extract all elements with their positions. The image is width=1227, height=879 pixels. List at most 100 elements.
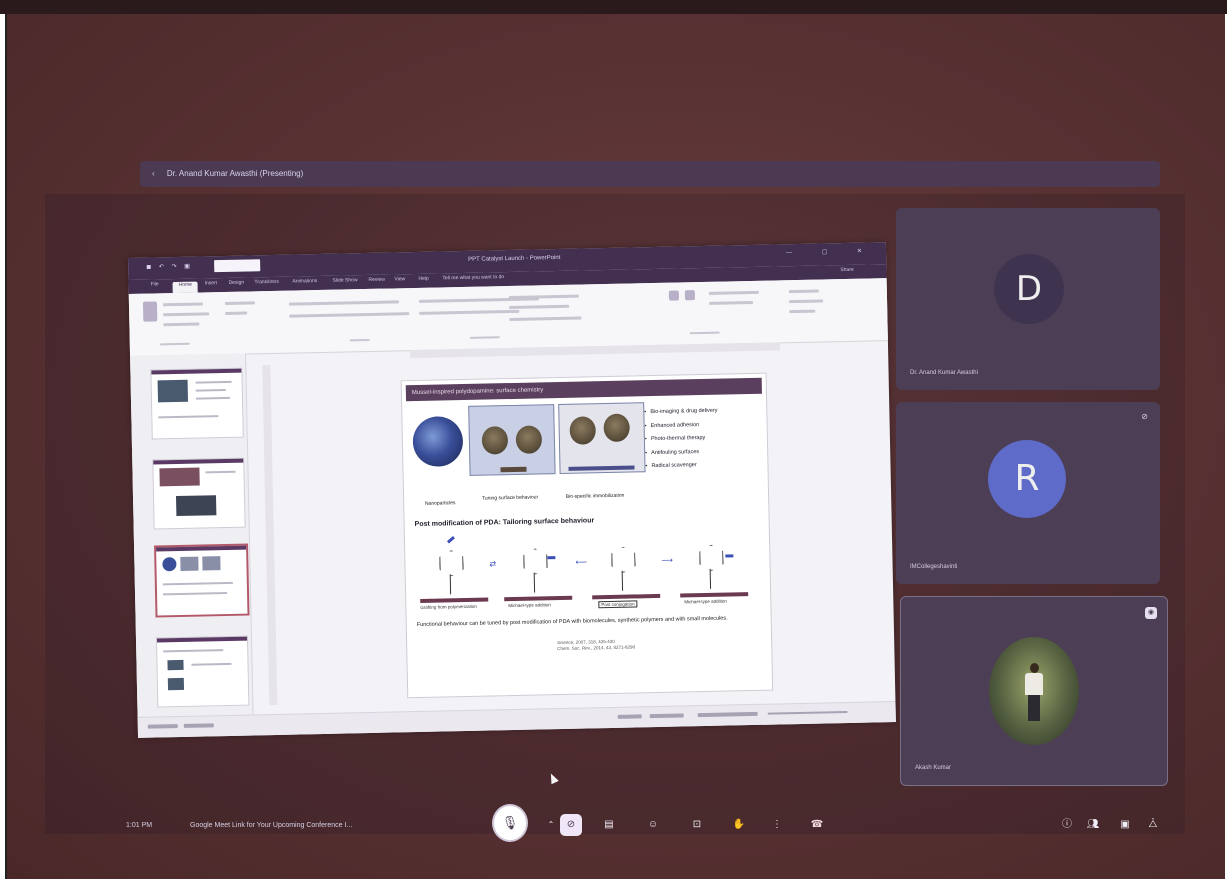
- tab-home[interactable]: Home: [172, 281, 199, 294]
- particle-image: [515, 425, 543, 454]
- comments-button[interactable]: [649, 713, 684, 719]
- presenter-name: Dr. Anand Kumar Awasthi (Presenting): [166, 169, 304, 178]
- tab-slideshow[interactable]: Slide Show: [332, 277, 357, 288]
- ribbon-control: [708, 290, 759, 295]
- notes-button[interactable]: [617, 714, 642, 719]
- ribbon-control: [789, 299, 824, 304]
- thumbnail-image: [180, 556, 199, 571]
- thumbnail-line: [195, 388, 226, 392]
- reaction-arrow-icon: ⟶: [661, 555, 674, 565]
- tab-help[interactable]: Help: [418, 276, 429, 286]
- window-controls[interactable]: — ▢ ✕: [786, 247, 876, 256]
- ribbon-control: [163, 322, 200, 327]
- benzene-ring: [611, 546, 636, 572]
- emoji-icon[interactable]: ☺: [642, 814, 664, 836]
- surface-label: Michael-type addition: [508, 602, 551, 609]
- tab-review[interactable]: Review: [368, 277, 385, 287]
- captions-icon[interactable]: ▤: [598, 814, 620, 836]
- chemical-structure: [685, 532, 746, 589]
- slide-thumbnail-panel: [130, 353, 254, 718]
- particle-image: [481, 426, 509, 455]
- slide-references: Science, 2007, 318, 426-430 Chem. Soc. R…: [557, 638, 635, 652]
- ribbon-control: [509, 304, 570, 310]
- benzene-ring: [699, 545, 724, 571]
- arrange-icon[interactable]: [684, 290, 696, 301]
- slide-counter: [147, 724, 178, 729]
- quick-access-toolbar[interactable]: ◼ ↶ ↷ ▣: [146, 263, 193, 271]
- people-icon[interactable]: 👥︎: [1082, 814, 1104, 836]
- participant-tile[interactable]: ◉ Akash Kumar: [900, 596, 1168, 786]
- surface-label: Post conjugation: [598, 600, 638, 609]
- info-icon[interactable]: ⓘ: [1056, 814, 1078, 836]
- slide-body-text: Functional behaviour can be tuned by pos…: [416, 615, 728, 629]
- participant-tile[interactable]: D Dr. Anand Kumar Awasthi: [896, 208, 1160, 390]
- nanoparticle-figure: [412, 416, 464, 468]
- substituent: [547, 556, 556, 560]
- activities-icon[interactable]: ⧊: [1142, 814, 1164, 836]
- slide-thumbnail[interactable]: [152, 457, 246, 530]
- participant-name: Dr. Anand Kumar Awasthi: [910, 370, 978, 376]
- present-icon[interactable]: ⊡: [686, 814, 708, 836]
- tab-design[interactable]: Design: [228, 280, 244, 290]
- surface-label: Grafting from polymerization: [420, 603, 477, 610]
- zoom-slider[interactable]: [767, 711, 848, 715]
- participant-tile[interactable]: R ⊘ IMCollegeshavinti: [896, 402, 1160, 584]
- ribbon-control: [788, 289, 819, 294]
- view-buttons[interactable]: [697, 711, 758, 718]
- slide-thumbnail[interactable]: [155, 635, 250, 708]
- thumbnail-image: [162, 557, 177, 572]
- tab-animations[interactable]: Animations: [292, 278, 317, 289]
- benzene-ring: [439, 550, 464, 576]
- particle-image: [603, 413, 630, 443]
- ppt-window-title: PPT Catalyst Launch - PowerPoint: [468, 254, 561, 263]
- photo-top-edge: [0, 0, 1227, 14]
- ribbon-control: [709, 300, 754, 305]
- shapes-icon[interactable]: [668, 290, 680, 301]
- substituent: [725, 554, 734, 558]
- thumbnail-line: [162, 581, 233, 586]
- chat-icon[interactable]: ▣: [1114, 814, 1136, 836]
- thumbnail-line: [158, 415, 219, 419]
- camera-icon[interactable]: ⊘: [560, 814, 582, 836]
- tab-transitions[interactable]: Transitions: [254, 279, 278, 290]
- raise-hand-icon[interactable]: ✋: [728, 814, 750, 836]
- ribbon-control: [162, 302, 204, 307]
- ribbon-control: [789, 309, 816, 314]
- chevron-up-icon[interactable]: ⌃: [540, 814, 562, 836]
- shared-presentation-window[interactable]: ◼ ↶ ↷ ▣ PPT Catalyst Launch - PowerPoint…: [128, 242, 896, 738]
- substrate-surface: [680, 592, 749, 598]
- microphone-icon[interactable]: 🎙︎: [492, 804, 528, 842]
- bond: [709, 568, 712, 589]
- participant-name: IMCollegeshavinti: [910, 564, 958, 570]
- slide-thumbnail[interactable]: [150, 367, 244, 440]
- tell-me-search[interactable]: Tell me what you want to do: [442, 274, 504, 285]
- thumbnail-image: [167, 659, 184, 671]
- slide-thumbnail-current[interactable]: [154, 543, 250, 618]
- bullet-item: Radical scavenger: [645, 458, 765, 474]
- current-slide[interactable]: Mussel-inspired polydopamine: surface ch…: [400, 372, 774, 699]
- benzene-ring: [523, 548, 548, 574]
- speaking-indicator-icon: ◉: [1145, 607, 1157, 619]
- tab-insert[interactable]: Insert: [204, 280, 217, 290]
- more-options-icon[interactable]: ⋮: [766, 814, 788, 836]
- meeting-title: Google Meet Link for Your Upcoming Confe…: [190, 822, 353, 829]
- person-legs: [1028, 695, 1040, 721]
- person-shirt: [1025, 673, 1043, 695]
- chemical-structure: [509, 536, 570, 593]
- ribbon-group-label: [349, 338, 370, 342]
- presenter-banner[interactable]: ‹ Dr. Anand Kumar Awasthi (Presenting): [140, 161, 1160, 187]
- paste-icon[interactable]: [142, 301, 158, 322]
- slide-subheading: Post modification of PDA: Tailoring surf…: [414, 517, 595, 529]
- ribbon-control: [419, 309, 520, 315]
- share-button[interactable]: Share: [840, 267, 854, 277]
- avatar: D: [994, 254, 1064, 324]
- bond: [449, 574, 452, 595]
- substrate-surface: [592, 593, 661, 600]
- ribbon-group-label: [689, 331, 720, 335]
- bond: [533, 572, 536, 593]
- thumbnail-line: [195, 396, 230, 400]
- tab-file[interactable]: File: [150, 281, 158, 291]
- quick-access-search[interactable]: [214, 259, 261, 273]
- tab-view[interactable]: View: [394, 276, 405, 286]
- end-call-icon[interactable]: ☎: [806, 814, 828, 836]
